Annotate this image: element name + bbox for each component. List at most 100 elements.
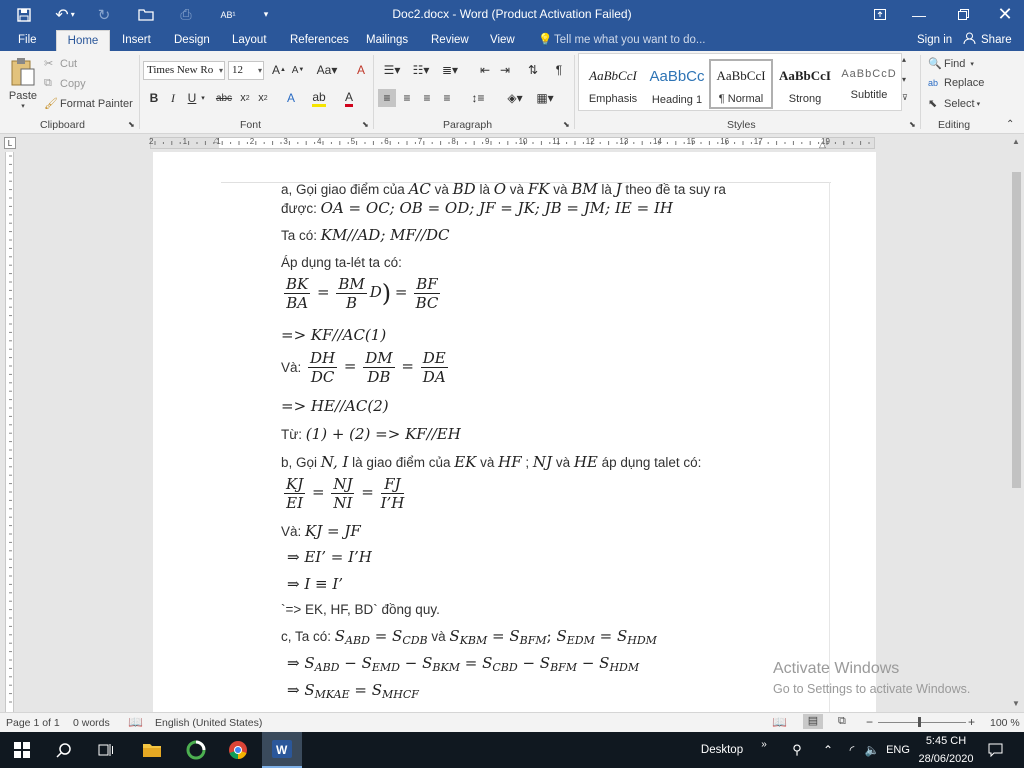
style-heading-1[interactable]: AaBbCc Heading 1 bbox=[645, 61, 709, 109]
desktop-expand-icon[interactable]: » bbox=[758, 726, 770, 762]
zoom-out-icon[interactable]: − bbox=[866, 715, 873, 729]
style-strong[interactable]: AaBbCcI Strong bbox=[773, 61, 837, 109]
justify-icon[interactable]: ≡ bbox=[438, 89, 456, 107]
tell-me-box[interactable]: Tell me what you want to do... bbox=[554, 29, 706, 51]
tab-mailings[interactable]: Mailings bbox=[366, 29, 408, 51]
numbering-icon[interactable]: ☷▾ bbox=[409, 61, 433, 79]
borders-icon[interactable]: ▦▾ bbox=[534, 89, 556, 107]
shrink-font-icon[interactable]: A ▼ bbox=[289, 61, 307, 79]
tab-insert[interactable]: Insert bbox=[122, 29, 151, 51]
vertical-scrollbar[interactable]: ▲ ▼ bbox=[1009, 134, 1024, 712]
decrease-indent-icon[interactable]: ⇤ bbox=[476, 61, 494, 79]
format-painter-button[interactable]: 🖌 Format Painter bbox=[44, 97, 133, 111]
web-layout-icon[interactable]: ⧉ bbox=[838, 715, 846, 728]
ribbon-display-icon[interactable] bbox=[868, 0, 892, 29]
styles-scroll-up-icon[interactable]: ▴ bbox=[902, 55, 906, 64]
select-button[interactable]: ⬉ Select ▾ bbox=[928, 97, 980, 111]
tab-selector-icon[interactable]: L bbox=[4, 137, 16, 149]
clock-time[interactable]: 5:45 CH bbox=[920, 732, 972, 750]
font-color-icon[interactable]: A bbox=[340, 89, 358, 107]
task-view-icon[interactable] bbox=[92, 732, 120, 768]
input-language[interactable]: ENG bbox=[886, 732, 910, 768]
pilcrow-icon[interactable]: ¶ bbox=[550, 61, 568, 79]
read-mode-icon[interactable]: 📖 bbox=[772, 715, 787, 729]
language-indicator[interactable]: English (United States) bbox=[155, 717, 262, 729]
sort-icon[interactable]: ⇅ bbox=[524, 61, 542, 79]
replace-button[interactable]: ab Replace bbox=[928, 77, 984, 89]
tab-design[interactable]: Design bbox=[174, 29, 210, 51]
tab-layout[interactable]: Layout bbox=[232, 29, 267, 51]
volume-icon[interactable]: 🔈 bbox=[864, 732, 880, 768]
font-size-combo[interactable]: 12 ▾ bbox=[228, 61, 264, 80]
increase-indent-icon[interactable]: ⇥ bbox=[496, 61, 514, 79]
shading-icon[interactable]: ◈▾ bbox=[504, 89, 526, 107]
text-effects-icon[interactable]: A bbox=[282, 89, 300, 107]
scrollbar-thumb[interactable] bbox=[1012, 172, 1021, 488]
tab-review[interactable]: Review bbox=[431, 29, 469, 51]
bold-icon[interactable]: B bbox=[145, 89, 163, 107]
clipboard-launcher-icon[interactable]: ⬊ bbox=[128, 120, 135, 129]
indent-marker-icon[interactable]: ⌂ bbox=[214, 135, 219, 145]
underline-dropdown-icon[interactable]: ▾ bbox=[198, 89, 208, 107]
wifi-icon[interactable]: ◜ bbox=[844, 732, 860, 768]
share-button[interactable]: Share bbox=[981, 29, 1012, 51]
copy-button[interactable]: ⧉ Copy bbox=[44, 77, 86, 90]
vertical-ruler[interactable] bbox=[0, 152, 18, 712]
file-explorer-icon[interactable] bbox=[138, 732, 166, 768]
clear-formatting-icon[interactable]: A bbox=[352, 61, 370, 79]
styles-launcher-icon[interactable]: ⬊ bbox=[909, 120, 916, 129]
scroll-up-icon[interactable]: ▲ bbox=[1012, 137, 1020, 146]
change-case-icon[interactable]: Aa▾ bbox=[314, 61, 340, 79]
windows-start-icon[interactable] bbox=[8, 732, 36, 768]
minimize-icon[interactable]: — bbox=[904, 0, 934, 29]
cut-button[interactable]: ✂ Cut bbox=[44, 57, 77, 71]
notifications-icon[interactable] bbox=[986, 732, 1004, 768]
camtasia-icon[interactable] bbox=[182, 732, 210, 768]
bullets-icon[interactable]: ☰▾ bbox=[380, 61, 404, 79]
strikethrough-icon[interactable]: abc bbox=[214, 89, 234, 107]
print-layout-icon[interactable]: ▤ bbox=[803, 714, 823, 729]
align-center-icon[interactable]: ≡ bbox=[398, 89, 416, 107]
chrome-icon[interactable] bbox=[224, 732, 252, 768]
style-subtitle[interactable]: AaBbCcD Subtitle bbox=[837, 61, 901, 109]
style-normal[interactable]: AaBbCcI ¶ Normal bbox=[709, 59, 773, 109]
zoom-slider[interactable] bbox=[878, 722, 966, 723]
close-icon[interactable]: ✕ bbox=[990, 0, 1020, 29]
font-name-combo[interactable]: Times New Ro ▾ bbox=[143, 61, 225, 80]
tab-file[interactable]: File bbox=[18, 29, 37, 51]
page-count[interactable]: Page 1 of 1 bbox=[6, 717, 60, 729]
style-emphasis[interactable]: AaBbCcI Emphasis bbox=[581, 61, 645, 109]
align-right-icon[interactable]: ≡ bbox=[418, 89, 436, 107]
clock-date[interactable]: 28/06/2020 bbox=[918, 750, 974, 768]
styles-scroll-down-icon[interactable]: ▾ bbox=[902, 75, 906, 84]
word-taskbar-icon[interactable]: W bbox=[262, 732, 302, 768]
horizontal-ruler[interactable]: L 2 1 1 2 3 4 5 6 7 8 9 10 11 12 13 14 15 16 17 19 ⌂ △ bbox=[0, 134, 1024, 152]
collapse-ribbon-icon[interactable]: ⌃ bbox=[1006, 119, 1014, 130]
multilevel-list-icon[interactable]: ≣▾ bbox=[438, 61, 462, 79]
grow-font-icon[interactable]: A ▲ bbox=[270, 61, 288, 79]
document-page[interactable]: a, Gọi giao điểm của AC và BD là O và FK… bbox=[153, 152, 876, 712]
zoom-slider-thumb[interactable] bbox=[918, 717, 921, 727]
restore-icon[interactable] bbox=[948, 0, 978, 29]
search-icon[interactable] bbox=[50, 732, 78, 768]
right-indent-marker-icon[interactable]: △ bbox=[819, 139, 826, 150]
zoom-in-icon[interactable]: + bbox=[968, 715, 975, 729]
tab-view[interactable]: View bbox=[490, 29, 515, 51]
highlight-icon[interactable]: ab bbox=[310, 89, 328, 107]
zoom-level[interactable]: 100 % bbox=[990, 717, 1020, 729]
tab-references[interactable]: References bbox=[290, 29, 349, 51]
sign-in-link[interactable]: Sign in bbox=[917, 29, 952, 51]
superscript-icon[interactable]: x2 bbox=[254, 89, 272, 107]
tab-home[interactable]: Home bbox=[56, 30, 110, 51]
proofing-icon[interactable]: 📖 bbox=[128, 715, 143, 729]
line-spacing-icon[interactable]: ↕≡ bbox=[466, 89, 490, 107]
desktop-toolbar[interactable]: Desktop bbox=[700, 732, 744, 768]
align-left-icon[interactable]: ≡ bbox=[378, 89, 396, 107]
share-icon[interactable] bbox=[963, 29, 976, 51]
subscript-icon[interactable]: x2 bbox=[236, 89, 254, 107]
find-button[interactable]: 🔍 Find ▾ bbox=[928, 57, 974, 71]
italic-icon[interactable]: I bbox=[164, 89, 182, 107]
word-count[interactable]: 0 words bbox=[73, 717, 110, 729]
styles-more-icon[interactable]: ⊽ bbox=[902, 93, 908, 102]
font-launcher-icon[interactable]: ⬊ bbox=[362, 120, 369, 129]
